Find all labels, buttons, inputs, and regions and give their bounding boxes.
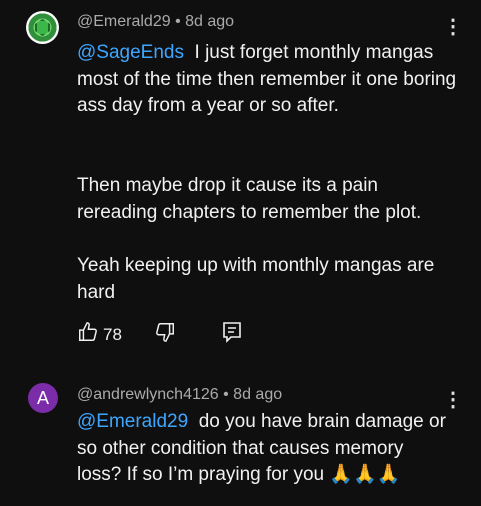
reply-icon[interactable] [222, 321, 242, 348]
mention-link[interactable]: @Emerald29 [77, 411, 188, 432]
thumbs-down-icon[interactable] [154, 321, 176, 348]
like-count: 78 [103, 325, 122, 344]
comment-text: @Emerald29 do you have brain damage or s… [77, 409, 449, 489]
comment-meta: @Emerald29 • 8d ago [77, 13, 234, 31]
comment-paragraph-3: Yeah keeping up with monthly mangas are … [77, 255, 435, 303]
timestamp: 8d ago [233, 386, 283, 403]
avatar[interactable] [26, 11, 59, 44]
author-handle[interactable]: @Emerald29 [77, 13, 171, 30]
author-handle[interactable]: @andrewlynch4126 [77, 386, 219, 403]
avatar[interactable]: A [28, 383, 58, 413]
thumbs-up-icon[interactable] [77, 321, 99, 348]
comment-text: @SageEnds I just forget monthly mangas m… [77, 40, 457, 120]
comment-meta: @andrewlynch4126 • 8d ago [77, 386, 282, 404]
praying-hands-emoji: 🙏🙏🙏 [329, 464, 401, 485]
comment-paragraph-2: Then maybe drop it cause its a pain rere… [77, 175, 422, 223]
meta-separator: • [223, 386, 234, 403]
meta-separator: • [175, 13, 186, 30]
timestamp: 8d ago [185, 13, 235, 30]
mention-link[interactable]: @SageEnds [77, 42, 184, 63]
more-options-icon[interactable]: ⋮ [443, 17, 463, 39]
